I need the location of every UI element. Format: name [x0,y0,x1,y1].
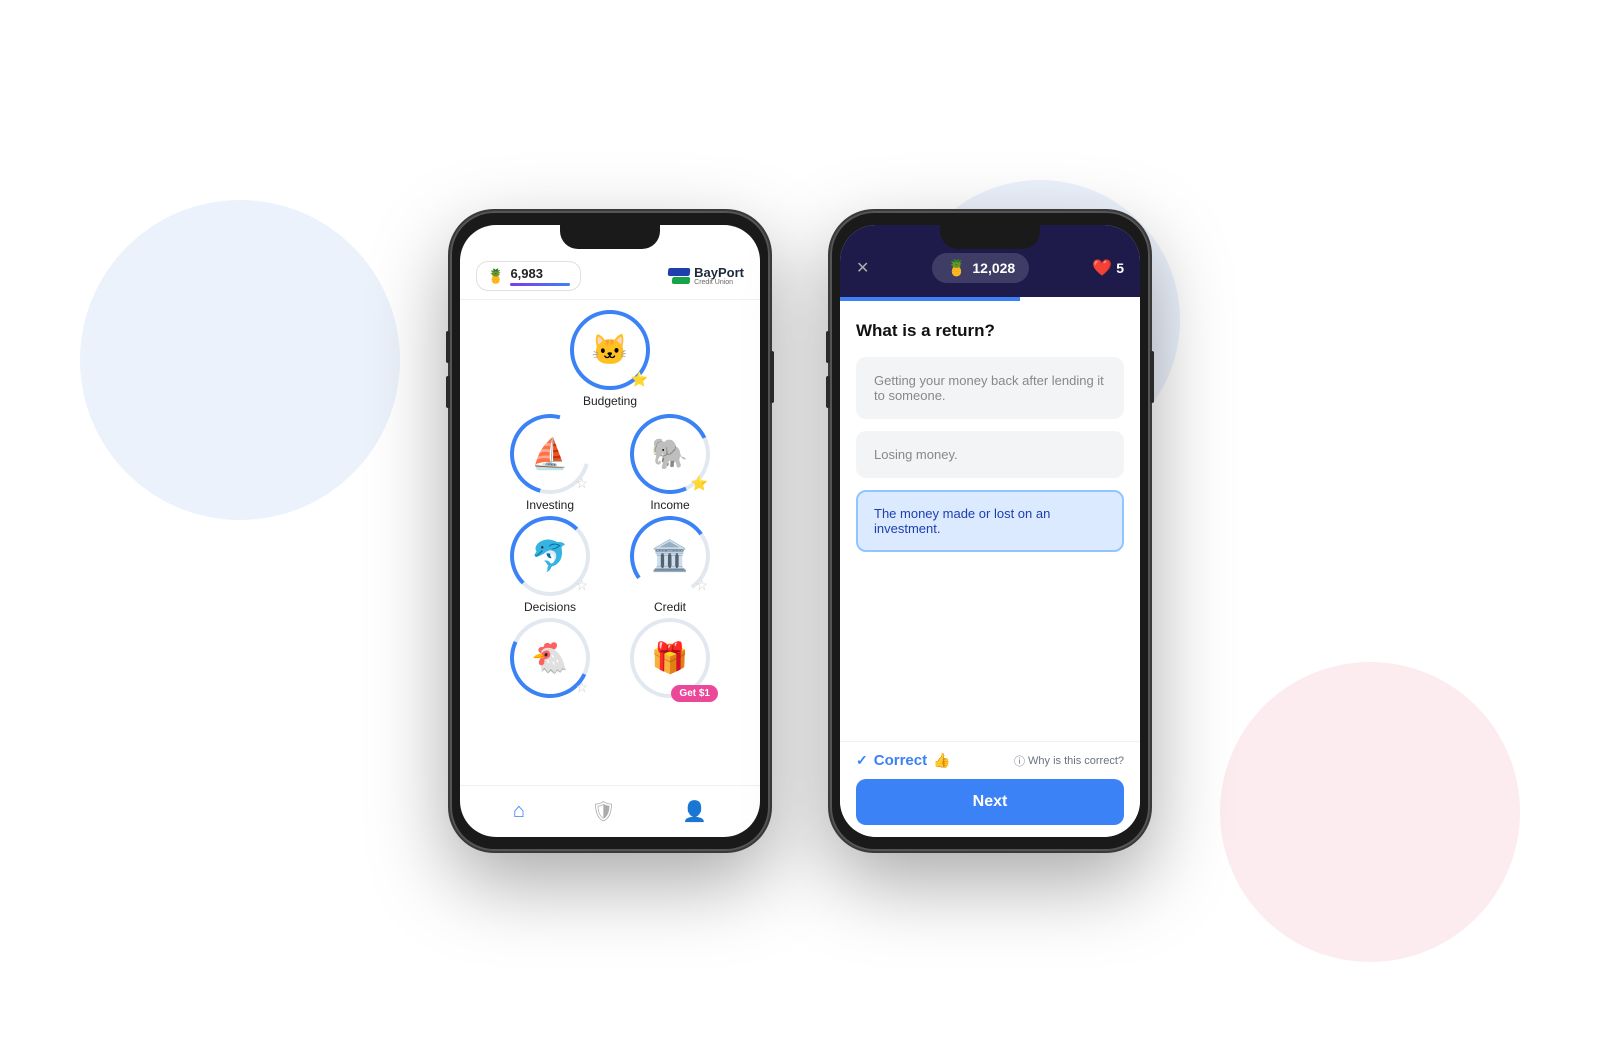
star-decisions: ☆ [575,577,588,594]
circle-icon-bottom1: 🐔 ☆ [510,618,590,698]
emoji-investing: ⛵ [531,437,568,472]
why-correct-link[interactable]: ⓘ Why is this correct? [1014,753,1124,769]
logo-sub: Credit Union [694,279,744,286]
notch-2 [940,225,1040,249]
quiz-score-icon: 🍍 [946,258,966,278]
quiz-score-pill: 🍍 12,028 [932,253,1029,283]
star-investing: ☆ [575,475,588,492]
thumbs-up-icon: 👍 [933,752,950,769]
close-button[interactable]: ✕ [856,258,869,278]
phone-1-nav: ⌂ 🛡 👤 [460,785,760,837]
why-label: Why is this correct? [1028,755,1124,767]
vol-down-button-2 [826,376,830,408]
power-button-2 [1150,351,1154,403]
emoji-bottom1: 🐔 [531,641,568,676]
emoji-bottom2: 🎁 [651,641,688,676]
menu-item-bottom1[interactable]: 🐔 ☆ [495,618,605,698]
get-dollar-badge: Get $1 [671,685,718,702]
star-budgeting: ⭐ [631,371,648,388]
correct-label: Correct [874,752,927,769]
answer-text-1: Getting your money back after lending it… [874,373,1104,403]
score-block: 6,983 [510,266,570,286]
circle-icon-decisions: 🐬 ☆ [510,516,590,596]
flag-blue [668,268,691,276]
correct-left: ✓ Correct 👍 [856,752,951,769]
menu-item-credit[interactable]: 🏛️ ☆ Credit [615,516,725,614]
circle-icon-budgeting: 🐱 ⭐ [570,310,650,390]
emoji-income: 🐘 [651,437,688,472]
next-button[interactable]: Next [856,779,1124,825]
quiz-footer: ✓ Correct 👍 ⓘ Why is this correct? Next [840,741,1140,837]
phone-1-content: 🍍 6,983 BayPort Credit Un [460,225,760,837]
vol-up-button-2 [826,331,830,363]
label-income: Income [650,498,689,512]
menu-item-investing[interactable]: ⛵ ☆ Investing [495,414,605,512]
menu-row-1: ⛵ ☆ Investing 🐘 ⭐ Income [495,414,725,512]
answer-text-2: Losing money. [874,447,958,462]
emoji-decisions: 🐬 [531,539,568,574]
quiz-score-value: 12,028 [972,260,1015,276]
menu-item-decisions[interactable]: 🐬 ☆ Decisions [495,516,605,614]
menu-row-2: 🐬 ☆ Decisions 🏛️ ☆ Credit [495,516,725,614]
power-button [770,351,774,403]
label-credit: Credit [654,600,686,614]
score-value: 6,983 [510,266,570,281]
circle-icon-investing: ⛵ ☆ [510,414,590,494]
menu-top: 🐱 ⭐ Budgeting [555,310,665,408]
phone-1-header: 🍍 6,983 BayPort Credit Un [460,253,760,299]
circle-icon-credit: 🏛️ ☆ [630,516,710,596]
phone-1-screen: 🍍 6,983 BayPort Credit Un [460,225,760,837]
logo-text-block: BayPort Credit Union [694,266,744,286]
heart-icon: ❤️ [1092,258,1112,278]
menu-item-bottom2[interactable]: 🎁 Get $1 [615,618,725,698]
vol-up-button [446,331,450,363]
emoji-credit: 🏛️ [651,539,688,574]
quiz-body: What is a return? Getting your money bac… [840,301,1140,741]
bayport-logo: BayPort Credit Union [668,266,744,286]
lives-display: ❤️ 5 [1092,258,1124,278]
answer-text-3: The money made or lost on an investment. [874,506,1050,536]
star-credit: ☆ [695,577,708,594]
circle-icon-income: 🐘 ⭐ [630,414,710,494]
menu-grid: 🐱 ⭐ Budgeting ⛵ ☆ [460,300,760,785]
label-budgeting: Budgeting [583,394,637,408]
answer-option-1[interactable]: Getting your money back after lending it… [856,357,1124,419]
label-decisions: Decisions [524,600,576,614]
answer-option-2[interactable]: Losing money. [856,431,1124,478]
phone-2-screen: ✕ 🍍 12,028 ❤️ 5 What is a return? Gettin… [840,225,1140,837]
vol-down-button [446,376,450,408]
menu-row-3: 🐔 ☆ 🎁 Get $1 [495,618,725,698]
menu-item-income[interactable]: 🐘 ⭐ Income [615,414,725,512]
phones-container: 🍍 6,983 BayPort Credit Un [450,211,1150,851]
phone-2: ✕ 🍍 12,028 ❤️ 5 What is a return? Gettin… [830,211,1150,851]
flag-green [672,277,691,284]
why-circle-icon: ⓘ [1014,753,1025,769]
quiz-question: What is a return? [856,321,1124,341]
label-investing: Investing [526,498,574,512]
nav-shield-icon[interactable]: 🛡 [591,799,616,824]
notch-1 [560,225,660,249]
score-badge: 🍍 6,983 [476,261,581,291]
phone-2-content: ✕ 🍍 12,028 ❤️ 5 What is a return? Gettin… [840,225,1140,837]
circle-icon-bottom2: 🎁 Get $1 [630,618,710,698]
score-pineapple-icon: 🍍 [487,268,504,285]
answer-option-3[interactable]: The money made or lost on an investment. [856,490,1124,552]
star-bottom1: ☆ [575,679,588,696]
menu-item-budgeting[interactable]: 🐱 ⭐ Budgeting [555,310,665,408]
blob-pink-right [1220,662,1520,962]
correct-row: ✓ Correct 👍 ⓘ Why is this correct? [856,752,1124,769]
phone-1: 🍍 6,983 BayPort Credit Un [450,211,770,851]
nav-profile-icon[interactable]: 👤 [682,799,707,824]
score-bar [510,283,570,286]
nav-home-icon[interactable]: ⌂ [513,800,525,823]
blob-blue-left [80,200,400,520]
emoji-budgeting: 🐱 [591,333,628,368]
logo-flags [668,268,690,284]
star-income: ⭐ [691,475,708,492]
lives-value: 5 [1116,260,1124,276]
logo-name: BayPort [694,266,744,279]
checkmark-icon: ✓ [856,752,868,769]
